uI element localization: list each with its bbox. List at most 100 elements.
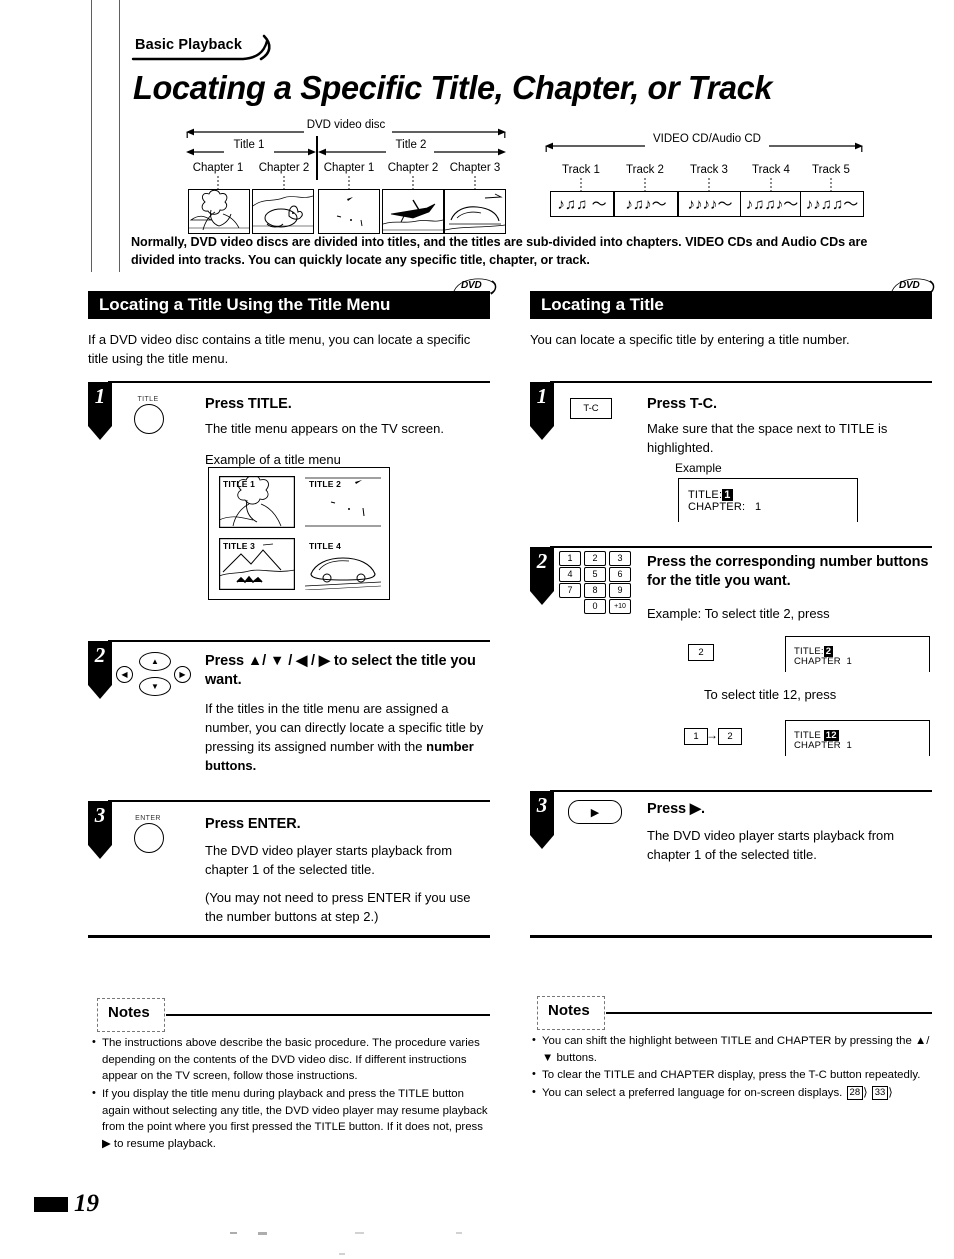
title-key-label: TITLE [137,396,159,403]
dvd-thumb-t2c1 [318,189,380,234]
intro-paragraph: Normally, DVD video discs are divided in… [131,235,868,267]
left-step-2-body: If the titles in the title menu are assi… [205,699,493,775]
osd-2-chapter-row: CHAPTER 1 [794,656,852,667]
keypad-key-0: 0 [584,599,606,614]
page-ref-28[interactable]: 28 [846,1085,864,1100]
right-notes-rule [606,1012,932,1015]
cursor-up-key-icon: ▲ [139,652,171,671]
keypad-key-6: 6 [609,567,631,582]
left-step-2-title: Press ▲/ ▼ / ◀ / ▶ to select the title y… [205,653,476,689]
right-step-1-number: 1 [536,384,548,408]
title-menu-cell-3-label: TITLE 3 [223,541,256,551]
cd-track-3-label: Track 3 [690,164,728,176]
osd-3-chapter-value: 1 [846,740,852,751]
right-step-1-body: Make sure that the space next to TITLE i… [647,421,888,456]
cd-track-2-label: Track 2 [626,164,664,176]
scan-speck [230,1232,237,1234]
dvd-thumb-t2c3 [444,189,506,234]
left-notes-list: The instructions above describe the basi… [92,1034,490,1153]
dvd-thumb-t1c2 [252,189,314,234]
right-step-3-marker: 3 [530,791,554,849]
dvd-thumb-t2c2 [382,189,444,234]
title-menu-cell-4-label: TITLE 4 [309,541,342,551]
cd-track-diagram: VIDEO CD/Audio CD Track 1 Track 2 Track … [545,133,864,234]
page-number: 19 [74,1190,99,1217]
tc-key-icon: T-C [570,398,612,419]
dvd-title-1-label: Title 1 [224,139,274,151]
right-section-lead: You can locate a specific title by enter… [530,332,850,347]
left-column-bottom-rule [88,935,490,939]
left-step-1-marker: 1 [88,382,112,440]
manual-page: Basic Playback Locating a Specific Title… [0,0,954,1259]
page-footer: 19 [34,1190,99,1218]
title-menu-cell-3: TITLE 3 [219,538,295,590]
title-menu-cell-2-label: TITLE 2 [309,479,342,489]
right-step-2-marker: 2 [530,547,554,605]
right-note-item-3: You can select a preferred language for … [532,1084,932,1102]
cd-track-5-label: Track 5 [812,164,850,176]
scan-edge-line-left [91,0,92,272]
left-step-2-marker: 2 [88,641,112,699]
osd-example-1: TITLE: 1 CHAPTER: 1 [678,478,858,522]
osd-example-2: TITLE: 2 CHAPTER 1 [785,636,930,672]
title-menu-cell-2: TITLE 2 [305,476,381,528]
left-notes-rule [166,1014,490,1017]
left-step-1-rule [108,381,490,384]
play-key-icon: ▶ [568,800,622,824]
keypad-key-8: 8 [584,583,606,598]
right-step-3-body: The DVD video player starts playback fro… [647,828,895,863]
scan-speck [339,1253,345,1255]
right-step-2-rule [550,546,932,549]
left-step-3-body-2: (You may not need to press ENTER if you … [205,890,471,925]
dvd-badge-left-label: DVD [461,280,482,291]
section-heading-left: Locating a Title Using the Title Menu [88,291,490,319]
title-menu-cell-4: TITLE 4 [305,538,381,590]
right-step-2-number: 2 [536,549,548,573]
page-number-marker [34,1196,68,1212]
cursor-right-key-icon: ▶ [174,666,191,683]
dvd-disc-diagram: DVD video disc Title 1 Title 2 Chapter 1… [186,118,506,234]
dvd-span-label: DVD video disc [296,119,396,131]
osd-1-chapter-row: CHAPTER: 1 [688,501,761,513]
scan-speck [258,1232,267,1235]
left-step-3-marker: 3 [88,801,112,859]
press-key-2-second: 2 [718,728,742,745]
dvd-t2-chapter-3-label: Chapter 3 [449,162,501,174]
right-step-1-rule [550,381,932,384]
cd-track-4-label: Track 4 [752,164,790,176]
dvd-thumb-t1c1 [188,189,250,234]
dvd-t1-chapter-2-label: Chapter 2 [258,162,310,174]
right-note-item-1: You can shift the highlight between TITL… [532,1032,932,1066]
keypad-key-7: 7 [559,583,581,598]
left-step-1-number: 1 [94,384,106,408]
keypad-key-5: 5 [584,567,606,582]
page-ref-33[interactable]: 33 [871,1085,889,1100]
left-note-item-1: The instructions above describe the basi… [92,1034,490,1085]
left-notes-label: Notes [98,1002,162,1024]
right-step-3-number: 3 [536,793,548,817]
left-step-3-rule [108,800,490,803]
cursor-left-key-icon: ◀ [116,666,133,683]
title-menu-example: TITLE 1 TITLE 2 TITLE 3 TITLE 4 [208,467,390,600]
right-notes-label: Notes [538,1000,602,1022]
osd-1-title-row: TITLE: 1 [688,489,733,501]
press-key-1-second: 1 [684,728,708,745]
osd-1-title-label: TITLE: [688,489,723,501]
right-step-1-marker: 1 [530,382,554,440]
right-step-1-example-caption: Example [675,461,722,475]
dvd-title-2-label: Title 2 [386,139,436,151]
right-step-3-title: Press ▶. [647,801,705,817]
cd-track-1-label: Track 1 [562,164,600,176]
cd-span-label: VIDEO CD/Audio CD [637,133,777,145]
scan-edge-line-inner [119,0,120,272]
left-step-3-title: Press ENTER. [205,816,301,832]
dvd-t1-chapter-1-label: Chapter 1 [192,162,244,174]
title-menu-cell-1: TITLE 1 [219,476,295,528]
section-heading-right: Locating a Title [530,291,932,319]
keypad-key-2: 2 [584,551,606,566]
press-sequence-arrow-icon: → [706,728,718,742]
cd-track-1-box: ♪♫♫ 〜 [550,191,614,217]
left-step-2-rule [108,640,490,643]
osd-3-chapter-row: CHAPTER 1 [794,740,852,751]
osd-example-3: TITLE 12 CHAPTER 1 [785,720,930,756]
